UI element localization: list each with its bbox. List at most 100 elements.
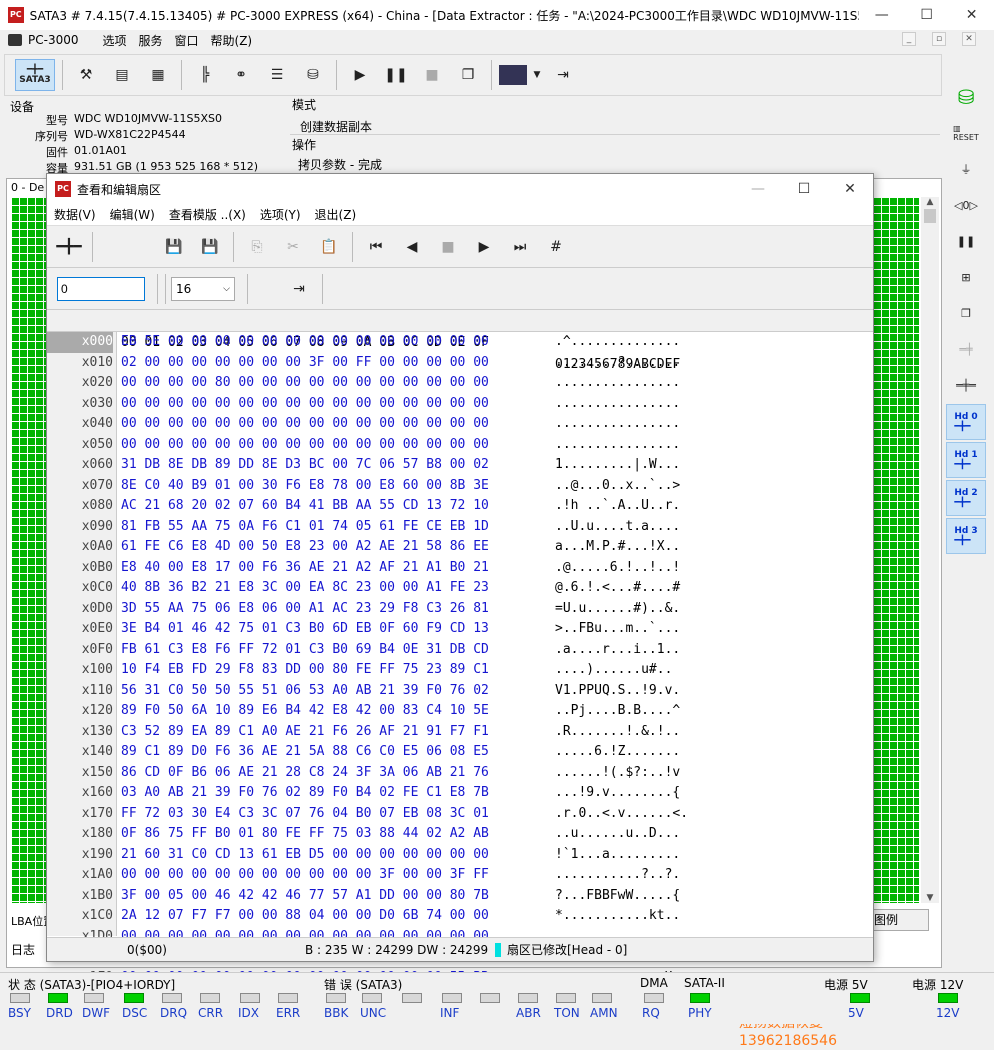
row-ascii[interactable]: ..U.u....t.a....: [555, 517, 680, 538]
menu-window[interactable]: 窗口: [175, 32, 199, 49]
dialog-maximize-button[interactable]: ☐: [781, 174, 827, 204]
last-sector-icon[interactable]: ⏭: [504, 231, 536, 263]
pause-icon[interactable]: ❚❚: [380, 59, 412, 91]
row-ascii[interactable]: ................: [555, 373, 680, 394]
row-ascii[interactable]: ?...FBBFwW.....{: [555, 886, 680, 907]
row-ascii[interactable]: ................: [555, 414, 680, 435]
connect-icon[interactable]: ⊞: [946, 260, 986, 294]
mdi-close-button[interactable]: ✕: [962, 32, 976, 46]
hex-row[interactable]: x160 03 A0 AB 21 39 F0 76 02 89 F0 B4 02 …: [47, 783, 873, 804]
hex-row[interactable]: x0B0 E8 40 00 E8 17 00 F6 36 AE 21 A2 AF …: [47, 558, 873, 579]
copy-windows-icon[interactable]: ❐: [452, 59, 484, 91]
row-hex[interactable]: E8 40 00 E8 17 00 F6 36 AE 21 A2 AF 21 A…: [121, 558, 489, 579]
paste-icon[interactable]: 📋: [313, 231, 345, 263]
hex-row[interactable]: x0A0 61 FE C6 E8 4D 00 50 E8 23 00 A2 AE …: [47, 537, 873, 558]
mdi-restore-button[interactable]: ▫: [932, 32, 946, 46]
stop-icon[interactable]: ■: [416, 59, 448, 91]
hd1-icon[interactable]: Hd 1 ━╋━: [946, 442, 986, 478]
row-ascii[interactable]: V1.PPUQ.S..!9.v.: [555, 681, 680, 702]
row-ascii[interactable]: .r.0..<.v......<.: [555, 804, 688, 825]
row-hex[interactable]: 86 CD 0F B6 06 AE 21 28 C8 24 3F 3A 06 A…: [121, 763, 489, 784]
hex-row[interactable]: x110 56 31 C0 50 50 55 51 06 53 A0 AB 21 …: [47, 681, 873, 702]
sata-port-button[interactable]: ━╋━ SATA3: [15, 59, 55, 91]
row-hex[interactable]: 21 60 31 C0 CD 13 61 EB D5 00 00 00 00 0…: [121, 845, 489, 866]
hex-row[interactable]: x080 AC 21 68 20 02 07 60 B4 41 BB AA 55 …: [47, 496, 873, 517]
row-ascii[interactable]: .!h ..`.A..U..r.: [555, 496, 680, 517]
row-hex[interactable]: 81 FB 55 AA 75 0A F6 C1 01 74 05 61 FE C…: [121, 517, 489, 538]
row-hex[interactable]: 0F 86 75 FF B0 01 80 FE FF 75 03 88 44 0…: [121, 824, 489, 845]
db-icon[interactable]: ⛁: [946, 80, 986, 114]
hex-row[interactable]: x170 FF 72 03 30 E4 C3 3C 07 76 04 B0 07 …: [47, 804, 873, 825]
save-sector-icon[interactable]: 💾: [158, 231, 190, 263]
row-hex[interactable]: FF 72 03 30 E4 C3 3C 07 76 04 B0 07 EB 0…: [121, 804, 489, 825]
sector-map-tab[interactable]: 0 - De: [11, 181, 44, 194]
hex-row[interactable]: x120 89 F0 50 6A 10 89 E6 B4 42 E8 42 00 …: [47, 701, 873, 722]
row-ascii[interactable]: @.6.!.<...#....#: [555, 578, 680, 599]
hex-row[interactable]: x060 31 DB 8E DB 89 DD 8E D3 BC 00 7C 06 …: [47, 455, 873, 476]
row-hex[interactable]: 89 C1 89 D0 F6 36 AE 21 5A 88 C6 C0 E5 0…: [121, 742, 489, 763]
chip-icon[interactable]: ▤: [106, 59, 138, 91]
row-ascii[interactable]: ..u......u..D...: [555, 824, 680, 845]
row-hex[interactable]: 56 31 C0 50 50 55 51 06 53 A0 AB 21 39 F…: [121, 681, 489, 702]
row-hex[interactable]: 00 00 00 00 80 00 00 00 00 00 00 00 00 0…: [121, 373, 489, 394]
binoculars-icon[interactable]: ⚭: [225, 59, 257, 91]
dialog-stop-icon[interactable]: ■: [432, 231, 464, 263]
hex-row[interactable]: x070 8E C0 40 B9 01 00 30 F6 E8 78 00 E8 …: [47, 476, 873, 497]
save-sector-as-icon[interactable]: 💾: [194, 231, 226, 263]
row-ascii[interactable]: ................: [555, 435, 680, 456]
scroll-down-icon[interactable]: ▼: [921, 893, 939, 903]
scroll-thumb[interactable]: [924, 209, 936, 223]
hex-row[interactable]: x090 81 FB 55 AA 75 0A F6 C1 01 74 05 61 …: [47, 517, 873, 538]
row-hex[interactable]: C3 52 89 EA 89 C1 A0 AE 21 F6 26 AF 21 9…: [121, 722, 489, 743]
row-ascii[interactable]: !`1...a.........: [555, 845, 680, 866]
row-ascii[interactable]: ........?.......: [555, 353, 680, 374]
dialog-plug-icon[interactable]: ━╋━: [53, 231, 85, 263]
hex-view[interactable]: 00 01 02 03 04 05 06 07 08 09 0A 0B 0C 0…: [47, 310, 873, 1049]
play-icon[interactable]: ▶: [344, 59, 376, 91]
sector-map-scrollbar[interactable]: ▲ ▼: [921, 197, 939, 903]
tree-icon[interactable]: ╠: [189, 59, 221, 91]
cable-icon[interactable]: ═╪: [946, 332, 986, 366]
next-sector-icon[interactable]: ▶: [468, 231, 500, 263]
row-ascii[interactable]: a...M.P.#...!X..: [555, 537, 680, 558]
row-ascii[interactable]: .R.......!.&.!..: [555, 722, 680, 743]
hex-row[interactable]: x1B0 3F 00 05 00 46 42 42 46 77 57 A1 DD …: [47, 886, 873, 907]
hd3-icon[interactable]: Hd 3 ━╋━: [946, 518, 986, 554]
maximize-button[interactable]: ☐: [904, 0, 949, 30]
pause-side-icon[interactable]: ❚❚: [946, 224, 986, 258]
hex-row[interactable]: x190 21 60 31 C0 CD 13 61 EB D5 00 00 00 …: [47, 845, 873, 866]
row-hex[interactable]: 61 FE C6 E8 4D 00 50 E8 23 00 A2 AE 21 5…: [121, 537, 489, 558]
copy-side-icon[interactable]: ❐: [946, 296, 986, 330]
scan-icon[interactable]: ☰: [261, 59, 293, 91]
hex-row[interactable]: x1C0 2A 12 07 F7 F7 00 00 88 04 00 00 D0 …: [47, 906, 873, 927]
row-hex[interactable]: 00 00 00 00 00 00 00 00 00 00 00 3F 00 0…: [121, 865, 489, 886]
row-hex[interactable]: AC 21 68 20 02 07 60 B4 41 BB AA 55 CD 1…: [121, 496, 489, 517]
goto-sector-icon[interactable]: #: [540, 231, 572, 263]
chevron-down-icon[interactable]: ▼: [531, 59, 543, 91]
row-hex[interactable]: EB 5E 00 00 00 00 00 00 00 00 00 00 00 0…: [121, 332, 489, 353]
row-ascii[interactable]: ......!(.$?:..!v: [555, 763, 680, 784]
hd0-icon[interactable]: Hd 0 ━╋━: [946, 404, 986, 440]
row-hex[interactable]: 89 F0 50 6A 10 89 E6 B4 42 E8 42 00 83 C…: [121, 701, 489, 722]
row-hex[interactable]: 00 00 00 00 00 00 00 00 00 00 00 00 00 0…: [121, 435, 489, 456]
hex-row[interactable]: x180 0F 86 75 FF B0 01 80 FE FF 75 03 88 …: [47, 824, 873, 845]
scroll-up-icon[interactable]: ▲: [921, 197, 939, 207]
hex-row[interactable]: x0C0 40 8B 36 B2 21 E8 3C 00 EA 8C 23 00 …: [47, 578, 873, 599]
hex-row[interactable]: x0E0 3E B4 01 46 42 75 01 C3 B0 6D EB 0F …: [47, 619, 873, 640]
row-ascii[interactable]: ................: [555, 394, 680, 415]
row-ascii[interactable]: .....6.!Z.......: [555, 742, 680, 763]
hex-row[interactable]: x030 00 00 00 00 00 00 00 00 00 00 00 00 …: [47, 394, 873, 415]
row-ascii[interactable]: >..FBu...m..`...: [555, 619, 680, 640]
menu-options[interactable]: 选项: [102, 32, 126, 49]
hex-row[interactable]: x040 00 00 00 00 00 00 00 00 00 00 00 00 …: [47, 414, 873, 435]
row-hex[interactable]: 3D 55 AA 75 06 E8 06 00 A1 AC 23 29 F8 C…: [121, 599, 489, 620]
tools-icon[interactable]: ⚒: [70, 59, 102, 91]
hex-row[interactable]: x140 89 C1 89 D0 F6 36 AE 21 5A 88 C6 C0 …: [47, 742, 873, 763]
exit-icon[interactable]: ⇥: [547, 59, 579, 91]
dialog-menu-exit[interactable]: 退出(Z): [315, 206, 357, 223]
row-hex[interactable]: 2A 12 07 F7 F7 00 00 88 04 00 00 D0 6B 7…: [121, 906, 489, 927]
hex-row[interactable]: x050 00 00 00 00 00 00 00 00 00 00 00 00 …: [47, 435, 873, 456]
hex-row[interactable]: x150 86 CD 0F B6 06 AE 21 28 C8 24 3F 3A …: [47, 763, 873, 784]
dialog-exit-icon[interactable]: ⇥: [283, 273, 315, 305]
hex-row[interactable]: x1A0 00 00 00 00 00 00 00 00 00 00 00 3F …: [47, 865, 873, 886]
